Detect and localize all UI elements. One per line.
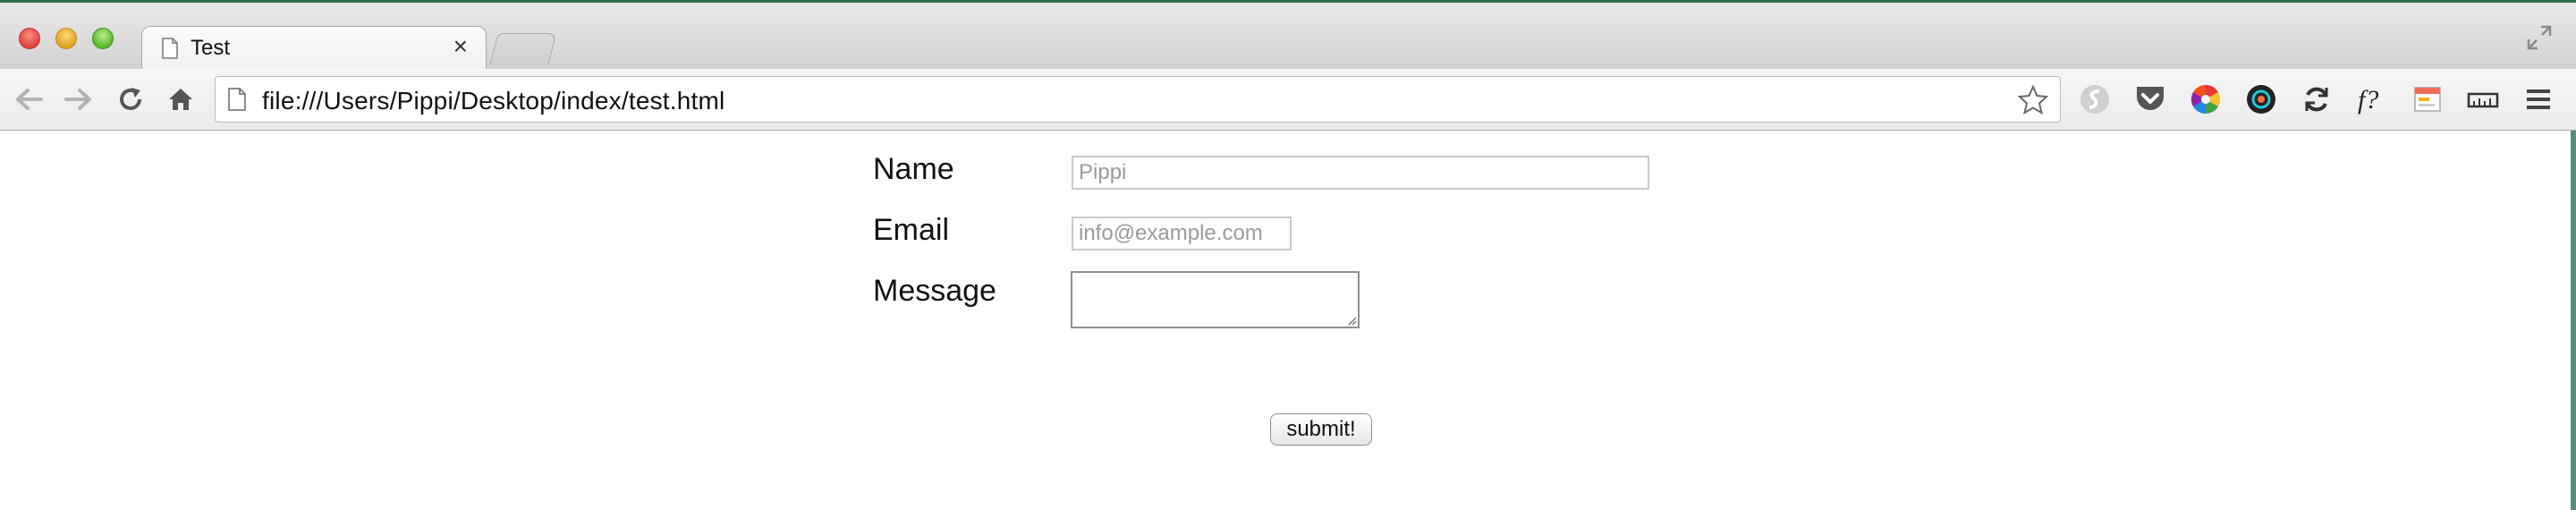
reload-button[interactable] — [114, 83, 147, 115]
forward-button[interactable] — [63, 83, 95, 115]
pocket-icon — [2137, 87, 2164, 110]
back-button[interactable] — [13, 83, 45, 115]
close-window-button[interactable] — [19, 28, 40, 49]
forward-arrow-icon — [64, 89, 91, 110]
reload-icon — [120, 88, 141, 110]
sync-icon — [2305, 87, 2328, 112]
email-input[interactable] — [1072, 217, 1292, 251]
submit-button[interactable]: submit! — [1270, 413, 1372, 446]
minimize-window-button[interactable] — [55, 28, 77, 49]
window-edge — [2571, 131, 2576, 510]
extension-eye-dropper-button[interactable] — [2243, 81, 2279, 117]
tab-test[interactable]: Test × — [141, 26, 487, 72]
email-label: Email — [873, 213, 950, 247]
eye-dropper-icon — [2247, 85, 2275, 114]
page-icon — [228, 88, 246, 111]
title-bar: Test × — [0, 0, 2576, 72]
home-icon — [169, 89, 192, 110]
browser-toolbar: file:///Users/Pippi/Desktop/index/test.h… — [0, 69, 2576, 131]
resize-grip-icon[interactable] — [1346, 315, 1357, 326]
color-wheel-icon — [2190, 84, 2221, 115]
zoom-window-button[interactable] — [92, 28, 114, 49]
message-textarea[interactable] — [1071, 271, 1360, 328]
home-button[interactable] — [165, 83, 197, 115]
svg-text:f?: f? — [2358, 85, 2378, 115]
message-label: Message — [873, 274, 996, 308]
page-icon — [162, 38, 178, 59]
back-arrow-icon — [16, 89, 43, 110]
extension-calendar-button[interactable] — [2410, 81, 2445, 117]
extension-sync-button[interactable] — [2299, 81, 2334, 117]
font-finder-icon: f? — [2358, 85, 2378, 115]
extension-s-button[interactable] — [2077, 81, 2113, 117]
extension-pocket-button[interactable] — [2132, 81, 2168, 117]
page-content: Name Email Message submit! — [0, 131, 2576, 510]
name-label: Name — [873, 152, 954, 186]
extension-font-finder-button[interactable]: f? — [2354, 81, 2390, 117]
address-bar[interactable]: file:///Users/Pippi/Desktop/index/test.h… — [215, 76, 2061, 123]
fullscreen-icon[interactable] — [2526, 24, 2553, 51]
tab-title: Test — [191, 36, 231, 60]
tab-close-icon[interactable]: × — [453, 32, 468, 60]
extension-color-wheel-button[interactable] — [2188, 81, 2224, 117]
url-text[interactable]: file:///Users/Pippi/Desktop/index/test.h… — [262, 87, 724, 115]
bookmark-star-icon[interactable] — [2017, 84, 2049, 116]
extension-ruler-button[interactable] — [2465, 81, 2501, 117]
new-tab-button[interactable] — [489, 33, 557, 64]
chrome-menu-button[interactable] — [2521, 81, 2556, 117]
name-input[interactable] — [1072, 156, 1649, 190]
ruler-icon — [2467, 92, 2499, 108]
s-logo-icon — [2080, 85, 2109, 114]
calendar-icon — [2414, 87, 2441, 112]
menu-icon — [2527, 89, 2550, 109]
